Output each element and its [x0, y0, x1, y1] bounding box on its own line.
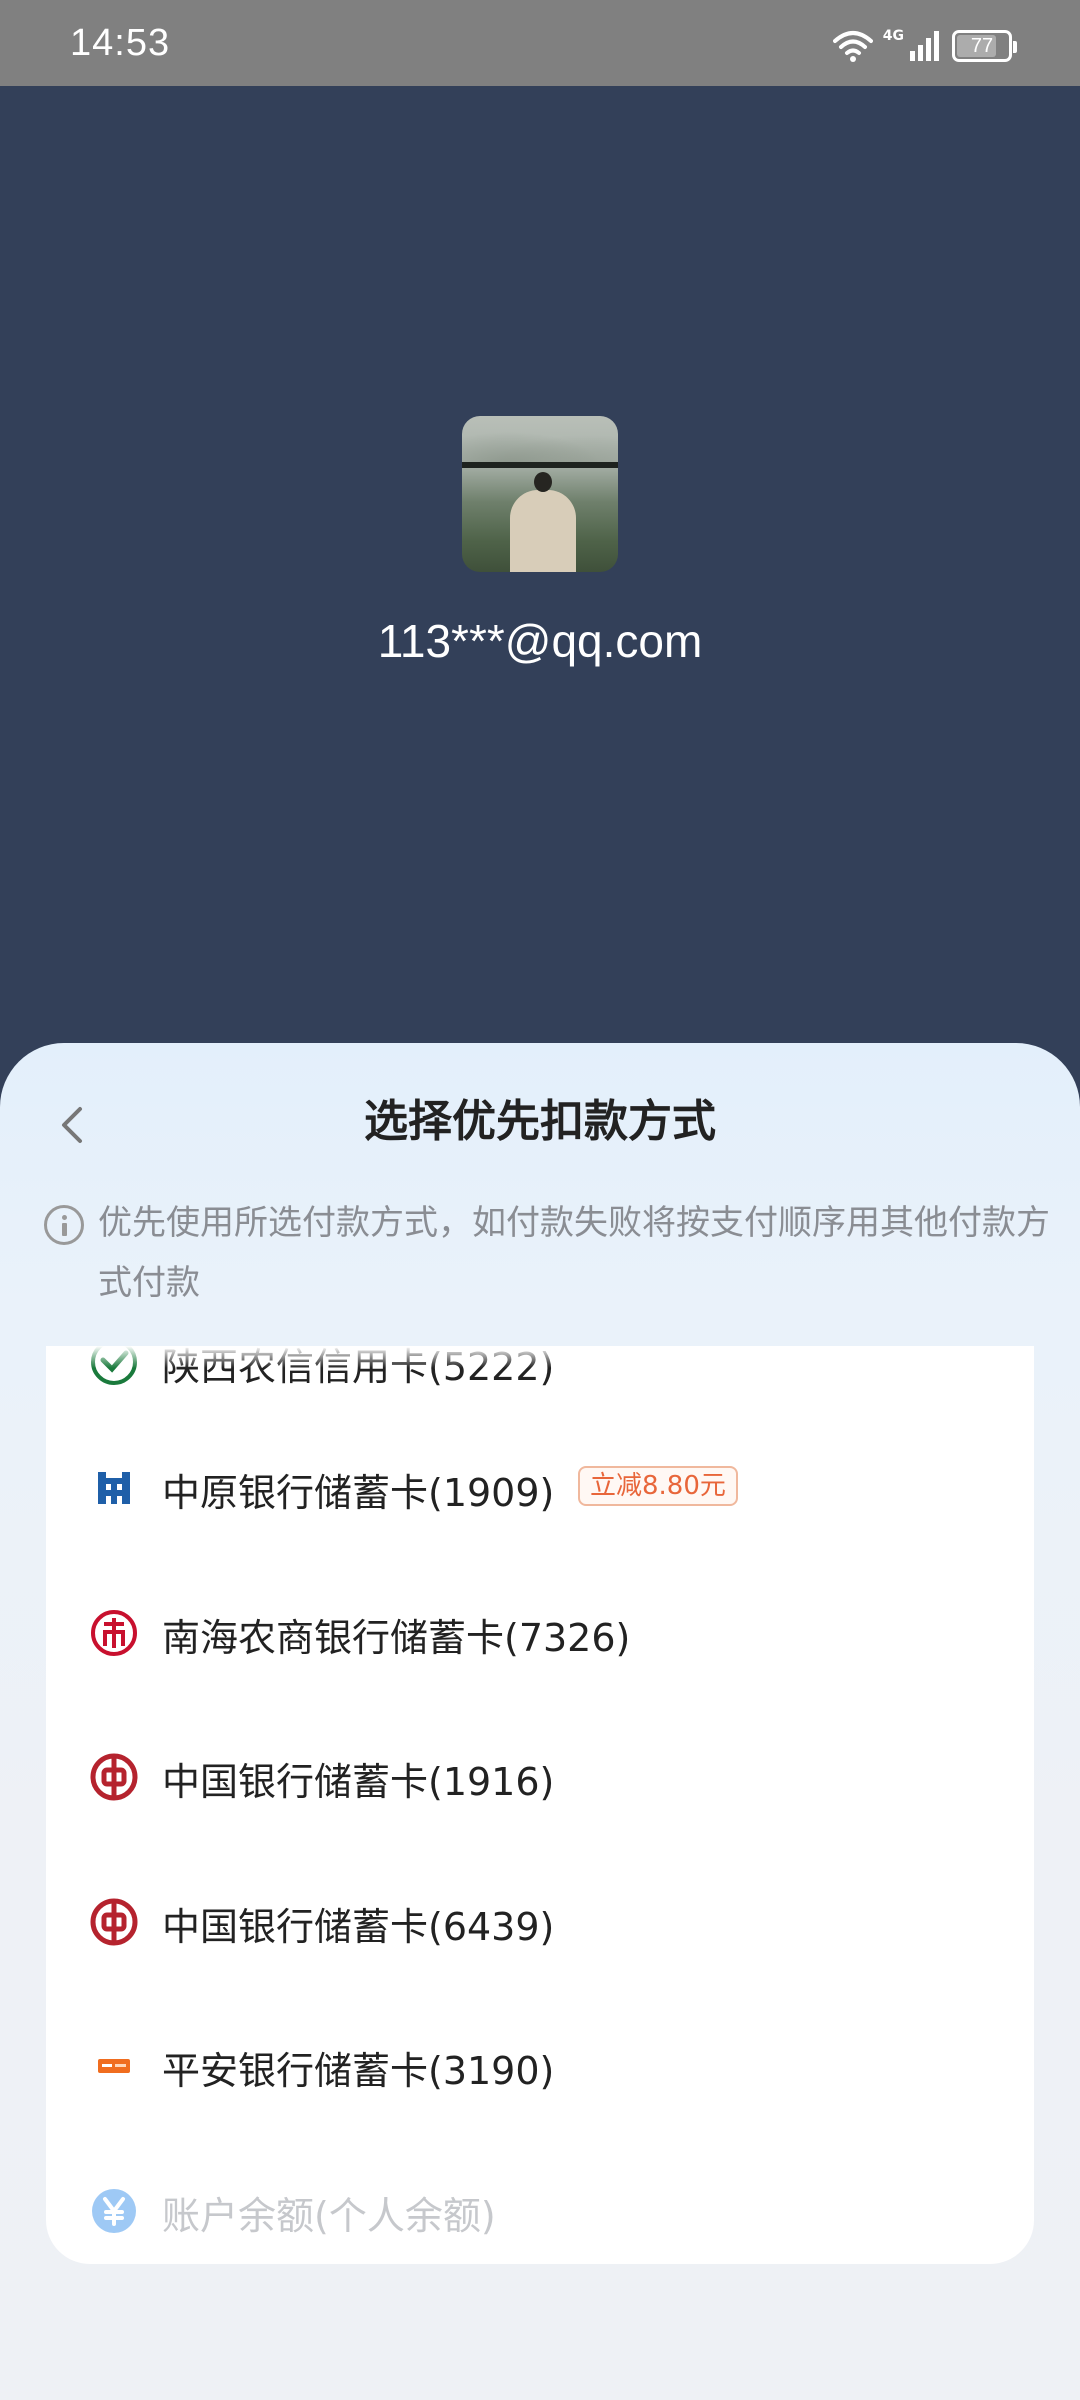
- payment-option-account-balance: 账户余额(个人余额): [46, 2139, 1034, 2264]
- zhongyuan-bank-icon: [98, 1472, 130, 1504]
- network-type-label: 4G: [882, 28, 904, 44]
- battery-icon: 77: [952, 30, 1017, 62]
- payment-option-nanhai-7326[interactable]: 南海农商银行储蓄卡(7326): [46, 1561, 1034, 1705]
- nanhai-rural-bank-icon: [91, 1610, 137, 1656]
- payment-option-zhongyuan-1909[interactable]: 中原银行储蓄卡(1909) 立减8.80元: [46, 1416, 1034, 1560]
- wifi-icon: [832, 31, 873, 62]
- payment-option-label: 南海农商银行储蓄卡(7326): [162, 1616, 631, 1660]
- payment-method-sheet: 选择优先扣款方式 优先使用所选付款方式，如付款失败将按支付顺序用其他付款方式付款…: [0, 1043, 1080, 2400]
- sheet-title: 选择优先扣款方式: [364, 1096, 716, 1147]
- payment-option-label: 中原银行储蓄卡(1909): [162, 1471, 555, 1515]
- balance-yen-icon: [92, 2189, 136, 2233]
- promo-badge: 立减8.80元: [578, 1466, 738, 1506]
- battery-level: 77: [970, 34, 994, 57]
- avatar: [462, 416, 618, 572]
- payment-option-boc-1916[interactable]: 中国银行储蓄卡(1916): [46, 1705, 1034, 1849]
- bank-of-china-icon: [90, 1898, 138, 1946]
- bank-of-china-icon: [90, 1753, 138, 1801]
- account-email: 113***@qq.com: [377, 615, 703, 667]
- status-icons: 4G 77: [832, 26, 1017, 66]
- payment-method-list: 陕西农信信用卡(5222) 中原银行储蓄卡(1909) 立减8.80元: [46, 1346, 1034, 2264]
- payment-option-label: 平安银行储蓄卡(3190): [162, 2049, 555, 2093]
- info-icon: [44, 1205, 84, 1245]
- payment-option-label: 中国银行储蓄卡(1916): [162, 1760, 555, 1804]
- status-time: 14:53: [70, 22, 171, 64]
- scroll-fade: [46, 1346, 1034, 1368]
- payment-option-label: 账户余额(个人余额): [162, 2194, 496, 2238]
- payment-option-pingan-3190[interactable]: 平安银行储蓄卡(3190): [46, 1994, 1034, 2138]
- payment-option-label: 中国银行储蓄卡(6439): [162, 1905, 555, 1949]
- payment-option-boc-6439[interactable]: 中国银行储蓄卡(6439): [46, 1850, 1034, 1994]
- status-bar: 14:53 4G 77: [0, 0, 1080, 86]
- profile-header: 113***@qq.com: [0, 86, 1080, 1046]
- signal-icon: [910, 31, 939, 61]
- ping-an-bank-icon: [98, 2059, 130, 2073]
- notice-text: 优先使用所选付款方式，如付款失败将按支付顺序用其他付款方式付款: [98, 1203, 1050, 1303]
